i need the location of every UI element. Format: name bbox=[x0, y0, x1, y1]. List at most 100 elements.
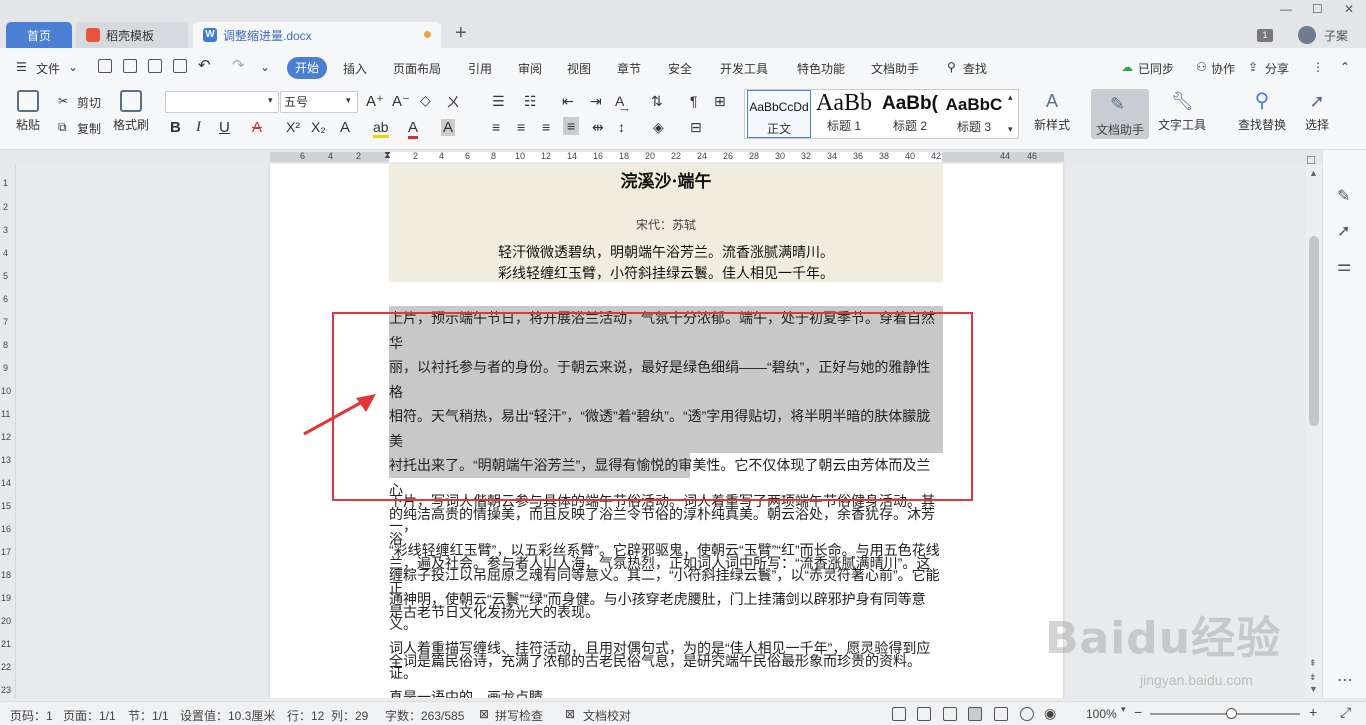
fullscreen-icon[interactable] bbox=[892, 707, 906, 721]
subscript-icon[interactable]: X₂ bbox=[311, 119, 326, 135]
scroll-up-icon[interactable]: ▲ bbox=[1309, 168, 1318, 178]
pointer-icon[interactable]: ➚ bbox=[1337, 221, 1350, 241]
zoom-slider[interactable] bbox=[1150, 708, 1300, 719]
bullets-icon[interactable]: ☰ bbox=[492, 93, 505, 110]
new-tab-button[interactable]: + bbox=[455, 22, 467, 45]
paste-button[interactable]: 粘贴 bbox=[8, 90, 48, 133]
shrink-font-icon[interactable]: A⁻ bbox=[392, 92, 410, 110]
save-icon[interactable] bbox=[98, 59, 112, 73]
justify-icon[interactable]: ≡ bbox=[563, 117, 580, 135]
menu-view[interactable]: 视图 bbox=[567, 60, 591, 77]
decrease-indent-icon[interactable]: ⇤ bbox=[562, 93, 574, 110]
menu-special[interactable]: 特色功能 bbox=[797, 60, 845, 77]
print-preview-icon[interactable] bbox=[173, 59, 187, 73]
tab-home[interactable]: 首页 bbox=[6, 22, 72, 48]
vertical-scrollbar[interactable]: ▲ ⇞ ⇟ ▼ bbox=[1306, 164, 1322, 698]
status-row[interactable]: 行：12 bbox=[287, 707, 324, 724]
sort-icon[interactable]: ⇅ bbox=[651, 93, 663, 110]
new-style-button[interactable]: A 新样式 bbox=[1027, 90, 1077, 133]
underline-icon[interactable]: U bbox=[219, 119, 230, 136]
menu-security[interactable]: 安全 bbox=[668, 60, 692, 77]
collab-button[interactable]: 协作 bbox=[1211, 60, 1235, 77]
status-pages[interactable]: 页面：1/1 bbox=[63, 707, 116, 724]
outline-view-icon[interactable] bbox=[994, 707, 1008, 721]
align-right-icon[interactable]: ≡ bbox=[542, 119, 550, 135]
chinese-layout-icon[interactable]: A͢ bbox=[615, 93, 624, 109]
align-left-icon[interactable]: ≡ bbox=[492, 119, 500, 135]
font-color-icon[interactable]: A bbox=[408, 119, 419, 139]
style-heading3[interactable]: AaBbC 标题 3 bbox=[943, 90, 1005, 138]
text-tools-button[interactable]: 🔧︎ 文字工具 bbox=[1153, 90, 1211, 133]
bold-icon[interactable]: B bbox=[170, 119, 181, 136]
status-col[interactable]: 列：29 bbox=[331, 707, 368, 724]
superscript-icon[interactable]: X² bbox=[286, 119, 300, 135]
style-scroll-up-icon[interactable]: ▴ bbox=[1008, 92, 1013, 103]
collapse-ribbon-icon[interactable]: ⌃ bbox=[1340, 60, 1350, 74]
style-heading1[interactable]: AaBb 标题 1 bbox=[813, 90, 875, 138]
increase-indent-icon[interactable]: ⇥ bbox=[590, 93, 602, 110]
status-setting[interactable]: 设置值：10.3厘米 bbox=[180, 707, 275, 724]
share-button[interactable]: 分享 bbox=[1265, 60, 1289, 77]
font-family-dropdown-icon[interactable]: ▾ bbox=[268, 95, 273, 106]
spell-check-button[interactable]: 拼写检查 bbox=[495, 707, 543, 724]
style-normal[interactable]: AaBbCcDd 正文 bbox=[747, 90, 811, 138]
status-words[interactable]: 字数：263/585 bbox=[385, 707, 464, 724]
scroll-down-icon[interactable]: ▼ bbox=[1309, 684, 1318, 694]
pen-icon[interactable]: ✎ bbox=[1337, 186, 1350, 206]
menu-review[interactable]: 审阅 bbox=[518, 60, 542, 77]
zoom-in-icon[interactable]: + bbox=[1309, 704, 1317, 720]
more-icon[interactable]: ⋮ bbox=[1312, 60, 1324, 74]
eye-protection-icon[interactable]: ◉ bbox=[1044, 705, 1056, 722]
distribute-icon[interactable]: ⇹ bbox=[592, 119, 604, 136]
vertical-ruler[interactable]: 1 2 3 4 5 6 7 8 9 10 11 12 13 14 15 16 1… bbox=[0, 164, 16, 698]
menu-references[interactable]: 引用 bbox=[468, 60, 492, 77]
read-mode-icon[interactable] bbox=[917, 707, 931, 721]
export-icon[interactable] bbox=[123, 59, 137, 73]
sync-status[interactable]: 已同步 bbox=[1138, 60, 1174, 77]
zoom-out-icon[interactable]: − bbox=[1134, 704, 1142, 720]
menu-hamburger-icon[interactable]: ☰ bbox=[16, 60, 27, 74]
avatar[interactable] bbox=[1298, 26, 1316, 44]
print-icon[interactable] bbox=[148, 59, 162, 73]
table-icon[interactable]: ⊞ bbox=[714, 93, 726, 110]
scrollbar-thumb[interactable] bbox=[1309, 236, 1319, 426]
chevron-down-icon[interactable]: ⌄ bbox=[68, 60, 78, 74]
style-more-icon[interactable]: ▾ bbox=[1008, 124, 1013, 135]
web-view-icon[interactable] bbox=[1020, 707, 1034, 721]
menu-chapter[interactable]: 章节 bbox=[617, 60, 641, 77]
menu-doc-assistant[interactable]: 文档助手 bbox=[871, 60, 919, 77]
phonetic-guide-icon[interactable]: ㄨ bbox=[446, 92, 460, 112]
menu-insert[interactable]: 插入 bbox=[343, 60, 367, 77]
zoom-dropdown-icon[interactable]: ▾ bbox=[1121, 704, 1126, 715]
zoom-level[interactable]: 100% bbox=[1086, 707, 1117, 721]
settings-sliders-icon[interactable]: ⚌ bbox=[1337, 256, 1351, 276]
horizontal-ruler[interactable]: 6 4 2 2 4 6 8 10 12 14 16 18 20 22 24 26… bbox=[0, 150, 1322, 164]
font-size-dropdown-icon[interactable]: ▾ bbox=[346, 95, 351, 106]
font-family-select[interactable] bbox=[165, 91, 279, 113]
find-replace-button[interactable]: ⚲ 查找替换 bbox=[1232, 90, 1292, 133]
menu-find[interactable]: 查找 bbox=[963, 60, 987, 77]
line-spacing-icon[interactable]: ↕ bbox=[618, 119, 625, 135]
clear-format-icon[interactable]: ◇ bbox=[420, 92, 431, 109]
style-heading2[interactable]: AaBb(标题 2 bbox=[877, 90, 943, 138]
tab-template[interactable]: 稻壳模板 bbox=[76, 22, 188, 48]
status-page[interactable]: 页码：1 bbox=[10, 707, 53, 724]
quick-access-more-icon[interactable]: ⌄ bbox=[260, 60, 270, 74]
fit-window-icon[interactable]: ⤢ bbox=[1340, 704, 1351, 721]
search-icon[interactable]: ⚲ bbox=[947, 60, 956, 74]
zoom-slider-knob[interactable] bbox=[1226, 708, 1237, 719]
menu-start[interactable]: 开始 bbox=[287, 57, 327, 79]
undo-icon[interactable]: ↶ bbox=[198, 56, 211, 74]
write-mode-icon[interactable] bbox=[943, 707, 957, 721]
status-section[interactable]: 节：1/1 bbox=[128, 707, 169, 724]
numbering-icon[interactable]: ☷ bbox=[524, 93, 537, 110]
shading-icon[interactable]: ◈ bbox=[653, 119, 664, 136]
page-view-icon[interactable] bbox=[968, 707, 982, 721]
doc-proof-button[interactable]: 文档校对 bbox=[583, 707, 631, 724]
tab-document[interactable]: W 调整缩进量.docx bbox=[193, 22, 441, 48]
panel-more-icon[interactable]: ⋯ bbox=[1337, 670, 1353, 690]
minimize-icon[interactable]: — bbox=[1280, 2, 1292, 16]
highlight-icon[interactable]: ab bbox=[373, 119, 389, 138]
redo-icon[interactable]: ↷ bbox=[232, 56, 245, 74]
user-name[interactable]: 子案 bbox=[1324, 27, 1348, 44]
